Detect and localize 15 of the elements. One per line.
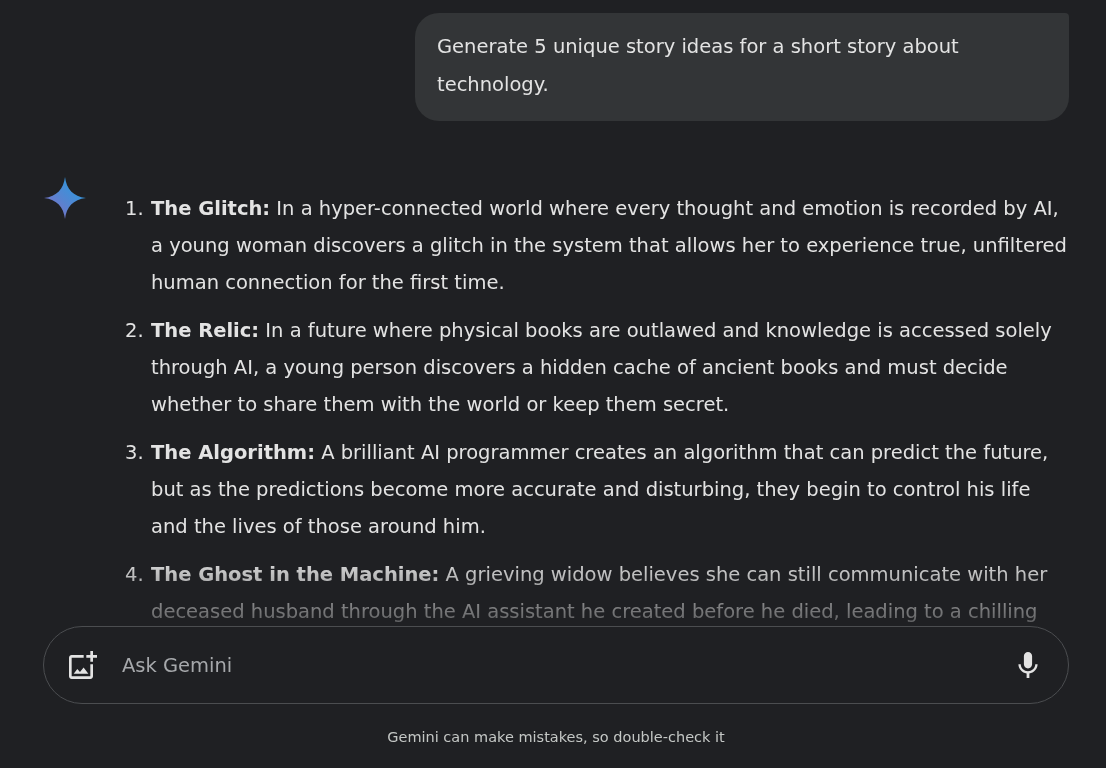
story-idea: The Ghost in the Machine: A grieving widow believes she can still communicate with her deceased husband through the AI assistant he created before he died, leading to a chilling <box>151 562 1049 625</box>
prompt-field[interactable]: Ask Gemini <box>43 626 1069 704</box>
list-number: 1. <box>125 196 145 222</box>
story-idea: The Relic: In a future where physical books are outlawed and knowledge is accessed solely through AI, a young person discovers a hidden cache of ancient books and must decide whether to share them with the world or keep them secret. <box>151 318 1053 418</box>
story-idea: The Glitch: In a hyper-connected world where every thought and emotion is recorded by AI, a young woman discovers a glitch in the system that allows her to experience true, unfiltered human connection for the first time. <box>151 196 1068 296</box>
user-message: Generate 5 unique story ideas for a short story about technology. <box>415 13 1069 121</box>
sparkle-icon <box>44 177 86 219</box>
list-number: 3. <box>125 440 145 466</box>
list-number: 2. <box>125 318 145 344</box>
list-number: 4. <box>125 562 145 588</box>
disclaimer-text: Gemini can make mistakes, so double-check it <box>387 728 725 746</box>
prompt-input[interactable]: Ask Gemini <box>122 645 996 685</box>
story-idea: The Algorithm: A brilliant AI programmer creates an algorithm that can predict the future, but as the predictions become more accurate and disturbing, they begin to control his life and the lives of those around him. <box>151 440 1050 540</box>
microphone-icon <box>1015 652 1041 678</box>
image-plus-icon <box>69 651 97 679</box>
